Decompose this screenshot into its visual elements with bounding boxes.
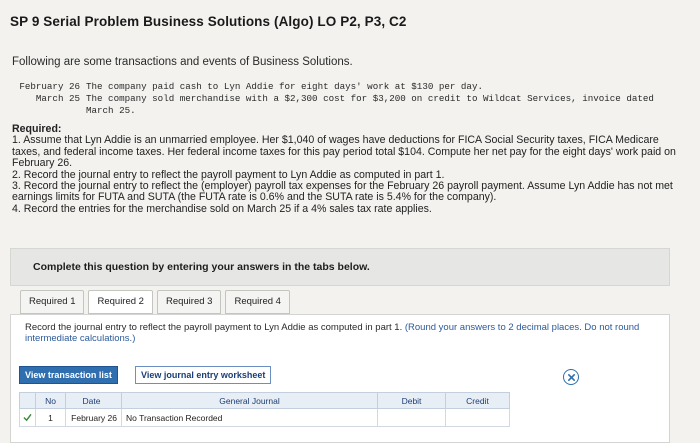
tab-required-1[interactable]: Required 1 xyxy=(20,290,85,314)
tab-instruction: Record the journal entry to reflect the … xyxy=(25,322,665,344)
problem-title: SP 9 Serial Problem Business Solutions (… xyxy=(10,14,407,29)
header-check xyxy=(19,392,36,409)
event-row: February 26 The company paid cash to Lyn… xyxy=(12,81,654,93)
required-section: Required: 1. Assume that Lyn Addie is an… xyxy=(12,123,684,215)
table-row[interactable]: 1 February 26 No Transaction Recorded xyxy=(19,408,510,427)
row-account[interactable]: No Transaction Recorded xyxy=(121,408,378,427)
close-icon[interactable] xyxy=(563,369,579,385)
intro-text: Following are some transactions and even… xyxy=(12,56,353,68)
tab-required-4[interactable]: Required 4 xyxy=(225,290,290,314)
tab-required-3[interactable]: Required 3 xyxy=(156,290,222,314)
required-item: 3. Record the journal entry to reflect t… xyxy=(12,180,673,204)
view-transaction-list-button[interactable]: View transaction list xyxy=(19,366,118,384)
journal-table: No Date General Journal Debit Credit 1 F… xyxy=(19,392,510,427)
event-date: February 26 xyxy=(19,81,80,92)
requirement-tabs: Required 1 Required 2 Required 3 Require… xyxy=(20,290,290,314)
header-date: Date xyxy=(65,392,122,409)
event-text: The company sold merchandise with a $2,3… xyxy=(86,93,654,104)
header-general-journal: General Journal xyxy=(121,392,378,409)
header-no: No xyxy=(35,392,66,409)
tab-content: Record the journal entry to reflect the … xyxy=(10,314,670,443)
row-debit[interactable] xyxy=(377,408,446,427)
check-icon xyxy=(19,408,36,427)
instructions-panel: Complete this question by entering your … xyxy=(10,248,670,286)
event-text: The company paid cash to Lyn Addie for e… xyxy=(86,81,483,92)
tab-required-2[interactable]: Required 2 xyxy=(88,290,153,314)
page: SP 9 Serial Problem Business Solutions (… xyxy=(0,0,700,443)
header-debit: Debit xyxy=(377,392,446,409)
required-item: 4. Record the entries for the merchandis… xyxy=(12,202,432,215)
row-no: 1 xyxy=(35,408,66,427)
panel-text: Complete this question by entering your … xyxy=(33,261,370,273)
required-item: 1. Assume that Lyn Addie is an unmarried… xyxy=(12,134,676,170)
events-list: February 26 The company paid cash to Lyn… xyxy=(12,81,654,117)
view-journal-worksheet-button[interactable]: View journal entry worksheet xyxy=(135,366,272,384)
row-date: February 26 xyxy=(65,408,122,427)
header-credit: Credit xyxy=(445,392,510,409)
instruction-text: Record the journal entry to reflect the … xyxy=(25,322,403,333)
x-icon xyxy=(567,373,575,381)
journal-header-row: No Date General Journal Debit Credit xyxy=(19,392,510,409)
event-row: March 25 The company sold merchandise wi… xyxy=(12,93,654,105)
event-text-continued: March 25. xyxy=(86,105,136,116)
row-credit[interactable] xyxy=(445,408,510,427)
event-date: March 25 xyxy=(35,93,80,104)
